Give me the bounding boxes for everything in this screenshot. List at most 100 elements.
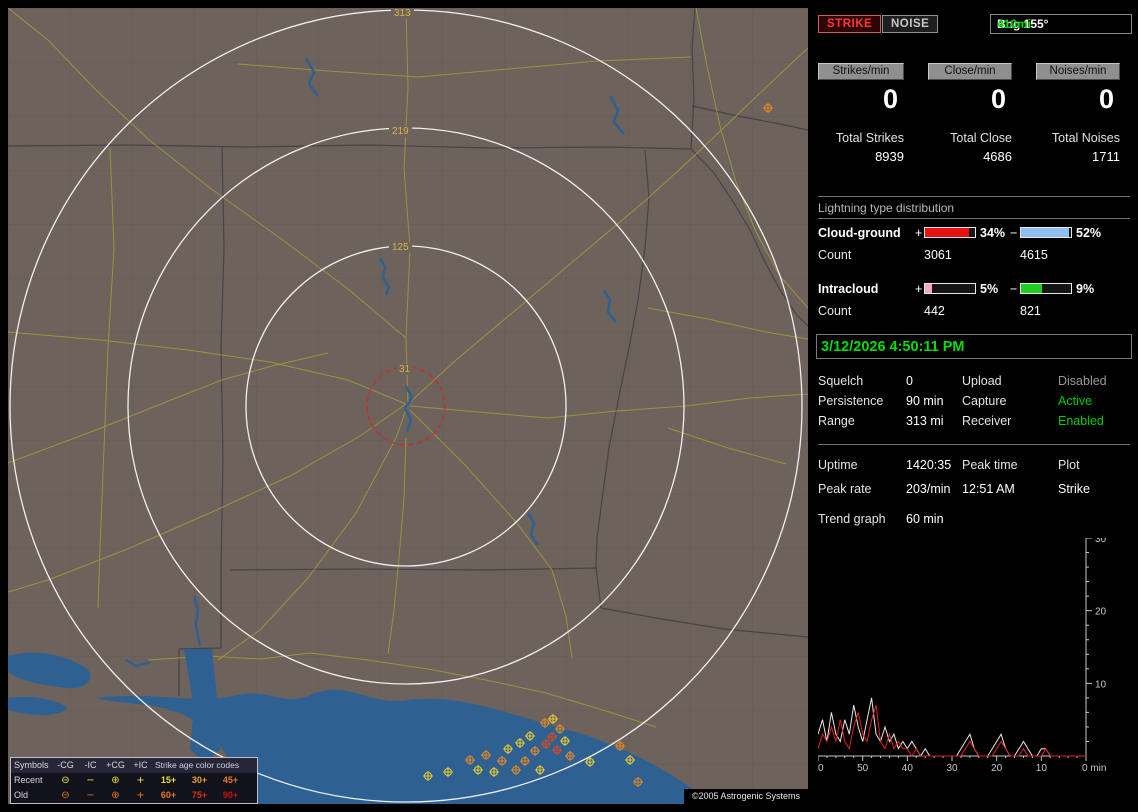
close-per-min-button[interactable]: Close/min: [928, 63, 1012, 80]
svg-text:40: 40: [902, 763, 914, 774]
noises-per-min-value: 0: [1098, 84, 1114, 114]
peak-rate-value: 203/min: [906, 482, 951, 496]
pos-ic-old-icon: +: [136, 790, 145, 801]
cg-minus-count: 4615: [1020, 248, 1048, 262]
total-strikes-label: Total Strikes: [835, 131, 904, 145]
trend-plot: 10 20 30 60 50 40 30 20 10 0 min: [812, 534, 1107, 774]
trend-window-value: 60 min: [906, 512, 944, 526]
peak-time-value: 12:51 AM: [962, 482, 1015, 496]
pos-ic-recent-icon: +: [136, 775, 145, 786]
cg-minus-bar-fill: [1021, 228, 1069, 237]
age-45: 45+: [222, 775, 239, 785]
neg-ic-recent-icon: −: [86, 775, 95, 786]
cg-minus-pct: 52%: [1076, 226, 1102, 240]
cloud-ground-label: Cloud-ground: [818, 226, 901, 240]
squelch-label: Squelch: [818, 374, 864, 388]
persistence-value: 90 min: [906, 394, 944, 408]
svg-text:20: 20: [1095, 607, 1107, 618]
cg-plus-pct: 34%: [980, 226, 1006, 240]
ic-minus-pct: 9%: [1076, 282, 1095, 296]
plot-label: Plot: [1058, 458, 1080, 472]
neg-cg-recent-icon: ⊖: [61, 775, 70, 786]
strike-toggle-button[interactable]: STRIKE: [818, 15, 882, 33]
receiver-label: Receiver: [962, 414, 1012, 428]
svg-text:30: 30: [1095, 538, 1107, 545]
svg-text:0 min: 0 min: [1082, 763, 1106, 774]
divider: [818, 196, 1130, 197]
ring-label-125: 125: [389, 242, 412, 253]
svg-text:30: 30: [946, 763, 958, 774]
legend-symbols-title: Symbols: [14, 760, 49, 770]
ring-label-219: 219: [389, 126, 412, 137]
ic-count-label: Count: [818, 304, 852, 318]
plus-sign: +: [915, 226, 923, 240]
range-value: 410mi: [997, 17, 1032, 31]
svg-text:60: 60: [818, 763, 824, 774]
plot-value: Strike: [1058, 482, 1090, 496]
legend-recent-label: Recent: [14, 775, 43, 785]
legend-old-row: Old ⊖ − ⊕ + 60+ 75+ 90+: [11, 788, 257, 803]
age-30: 30+: [191, 775, 208, 785]
upload-status: Disabled: [1058, 374, 1107, 388]
trend-graph: 10 20 30 60 50 40 30 20 10 0 min: [812, 534, 1132, 788]
legend-recent-row: Recent ⊖ − ⊕ + 15+ 30+ 45+: [11, 773, 257, 788]
legend-header-row: Symbols -CG -IC +CG +IC Strike age color…: [11, 758, 257, 773]
bearing-range-readout: Bng 155° 410mi: [990, 14, 1132, 34]
peak-rate-label: Peak rate: [818, 482, 872, 496]
cg-plus-count: 3061: [924, 248, 952, 262]
trend-graph-label: Trend graph: [818, 512, 886, 526]
cg-minus-bar: [1020, 227, 1072, 238]
datetime-value: 3/12/2026 4:50:11 PM: [821, 339, 965, 355]
squelch-value: 0: [906, 374, 913, 388]
total-noises-value: 1711: [1092, 149, 1120, 164]
age-90: 90+: [222, 790, 239, 800]
total-noises-label: Total Noises: [1051, 131, 1120, 145]
noises-per-min-button[interactable]: Noises/min: [1036, 63, 1120, 80]
cg-plus-bar: [924, 227, 976, 238]
capture-label: Capture: [962, 394, 1007, 408]
minus-sign: −: [1010, 226, 1018, 240]
ic-plus-count: 442: [924, 304, 945, 318]
copyright-notice: ©2005 Astrogenic Systems: [683, 789, 808, 804]
range-label: Range: [818, 414, 855, 428]
total-close-label: Total Close: [950, 131, 1012, 145]
strikes-per-min-button[interactable]: Strikes/min: [818, 63, 904, 80]
distribution-title: Lightning type distribution: [818, 201, 955, 215]
peak-time-label: Peak time: [962, 458, 1018, 472]
svg-text:20: 20: [991, 763, 1003, 774]
strikes-per-min-value: 0: [882, 84, 898, 114]
total-strikes-value: 8939: [875, 149, 904, 164]
svg-text:50: 50: [857, 763, 869, 774]
noise-toggle-button[interactable]: NOISE: [882, 15, 939, 33]
age-15: 15+: [160, 775, 177, 785]
legend-age-title: Strike age color codes: [155, 760, 240, 770]
ic-plus-bar: [924, 283, 976, 294]
uptime-value: 1420:35: [906, 458, 952, 472]
ic-minus-count: 821: [1020, 304, 1041, 318]
plus-sign: +: [915, 282, 923, 296]
legend-old-label: Old: [14, 790, 29, 800]
ring-label-31: 31: [396, 364, 414, 375]
intracloud-label: Intracloud: [818, 282, 879, 296]
neg-cg-old-icon: ⊖: [61, 790, 70, 801]
age-60: 60+: [160, 790, 177, 800]
lightning-map[interactable]: 313 219 125 31 Symbols -CG -IC +CG +IC S…: [8, 8, 808, 804]
cg-plus-bar-fill: [925, 228, 969, 237]
svg-text:10: 10: [1036, 763, 1048, 774]
ic-minus-bar-fill: [1021, 284, 1042, 293]
pos-cg-old-icon: ⊕: [111, 790, 120, 801]
uptime-label: Uptime: [818, 458, 858, 472]
neg-ic-old-icon: −: [86, 790, 95, 801]
legend-col-pos-ic: +IC: [133, 760, 148, 770]
datetime-box: 3/12/2026 4:50:11 PM: [816, 334, 1132, 359]
ic-plus-bar-fill: [925, 284, 932, 293]
ic-plus-pct: 5%: [980, 282, 999, 296]
persistence-label: Persistence: [818, 394, 884, 408]
close-per-min-value: 0: [990, 84, 1006, 114]
capture-status: Active: [1058, 394, 1093, 408]
minus-sign: −: [1010, 282, 1018, 296]
ring-label-313: 313: [391, 8, 414, 19]
receiver-status: Enabled: [1058, 414, 1104, 428]
status-panel: STRIKE NOISE Bng 155° 410mi Strikes/min …: [812, 0, 1138, 812]
ic-minus-bar: [1020, 283, 1072, 294]
